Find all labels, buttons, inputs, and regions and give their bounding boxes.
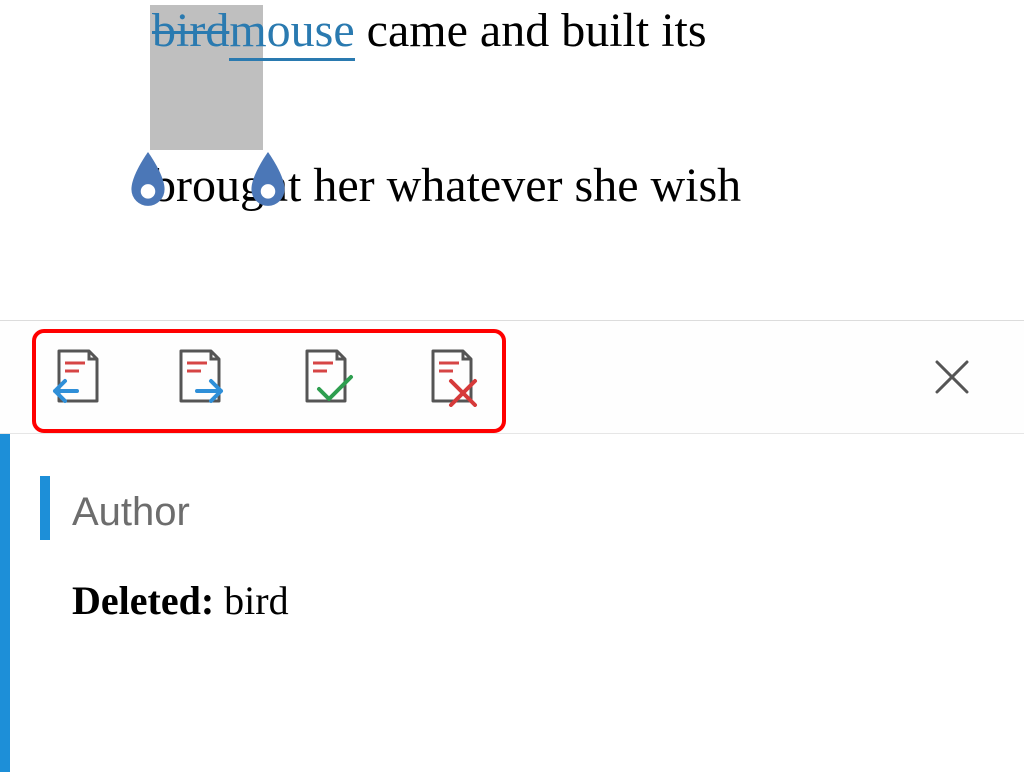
revision-change[interactable]: Deleted: bird [72, 577, 1024, 624]
revision-author: Author [72, 490, 1024, 535]
revision-pane: Author Deleted: bird [0, 434, 1024, 772]
accept-change-button[interactable] [300, 346, 356, 408]
reject-change-button[interactable] [426, 346, 482, 408]
text-line-2[interactable]: brought her whatever she wish [152, 160, 1024, 213]
track-changes-toolbar [0, 320, 1024, 434]
revision-item-accent [40, 476, 50, 540]
revision-sidebar-accent [0, 434, 10, 772]
line1-rest[interactable]: came and built its [355, 4, 707, 57]
close-button[interactable] [930, 355, 974, 399]
deleted-word[interactable]: bird [152, 4, 229, 57]
text-line-1[interactable]: birdmouse came and built its [152, 5, 707, 58]
next-change-button[interactable] [174, 346, 230, 408]
revision-change-label: Deleted: [72, 578, 214, 623]
document-area: birdmouse came and built its brought her… [0, 0, 1024, 320]
inserted-word[interactable]: mouse [229, 4, 354, 61]
revision-change-text: bird [214, 578, 288, 623]
previous-change-button[interactable] [48, 346, 104, 408]
